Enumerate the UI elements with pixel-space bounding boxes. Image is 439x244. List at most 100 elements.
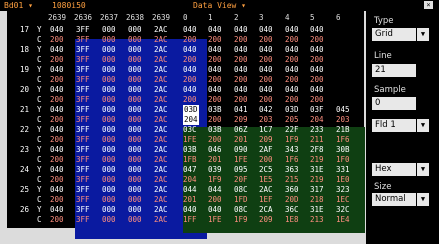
- chroma-value[interactable]: 1FF: [183, 215, 197, 225]
- chroma-value[interactable]: 000: [128, 135, 142, 145]
- luma-value[interactable]: 323: [336, 185, 350, 195]
- chroma-value[interactable]: 200: [50, 95, 64, 105]
- type-select[interactable]: Grid: [372, 28, 416, 41]
- luma-value[interactable]: 040: [259, 45, 273, 55]
- luma-value[interactable]: 2CA: [259, 205, 273, 215]
- luma-value[interactable]: 36C: [285, 205, 299, 215]
- chroma-value[interactable]: 1FE: [234, 155, 248, 165]
- chroma-value[interactable]: 2AC: [154, 75, 168, 85]
- luma-value[interactable]: 040: [50, 125, 64, 135]
- luma-value[interactable]: 3FF: [76, 65, 90, 75]
- chroma-value[interactable]: 1F0: [336, 155, 350, 165]
- luma-value[interactable]: 000: [128, 25, 142, 35]
- chroma-value[interactable]: 3FF: [76, 115, 90, 125]
- luma-value[interactable]: 040: [183, 25, 197, 35]
- chroma-value[interactable]: 1FE: [183, 135, 197, 145]
- chroma-value[interactable]: 000: [128, 195, 142, 205]
- chroma-value[interactable]: 200: [50, 215, 64, 225]
- chroma-value[interactable]: 3FF: [76, 175, 90, 185]
- luma-value[interactable]: 000: [128, 65, 142, 75]
- chroma-value[interactable]: 000: [128, 95, 142, 105]
- luma-value[interactable]: 31E: [310, 205, 324, 215]
- chroma-value[interactable]: 1EC: [336, 195, 350, 205]
- chroma-value[interactable]: 200: [285, 55, 299, 65]
- luma-value[interactable]: 2AC: [154, 85, 168, 95]
- chroma-value[interactable]: 200: [259, 95, 273, 105]
- chroma-value[interactable]: 200: [285, 35, 299, 45]
- chroma-value[interactable]: 2AC: [154, 215, 168, 225]
- chroma-value[interactable]: 200: [259, 35, 273, 45]
- luma-value[interactable]: 040: [183, 65, 197, 75]
- luma-value[interactable]: 040: [50, 25, 64, 35]
- chroma-value[interactable]: 20F: [234, 175, 248, 185]
- chroma-value[interactable]: 1F9: [234, 215, 248, 225]
- chroma-value[interactable]: 000: [102, 135, 116, 145]
- chroma-value[interactable]: 201: [234, 135, 248, 145]
- luma-value[interactable]: 3FF: [76, 25, 90, 35]
- chroma-value[interactable]: 209: [259, 215, 273, 225]
- line-input[interactable]: 21: [372, 64, 416, 77]
- luma-value[interactable]: 317: [310, 185, 324, 195]
- chroma-value[interactable]: 200: [310, 55, 324, 65]
- luma-value[interactable]: 2F8: [310, 145, 324, 155]
- data-grid[interactable]: 2639 2636 2637 2638 2639 0 1 2 3 4 5 6 17 Y C 040 3FF 000…: [7, 11, 365, 239]
- luma-value[interactable]: 044: [208, 185, 222, 195]
- luma-value[interactable]: 3FF: [76, 205, 90, 215]
- luma-value[interactable]: 2AC: [154, 205, 168, 215]
- luma-value[interactable]: 040: [208, 25, 222, 35]
- chroma-value[interactable]: 200: [310, 95, 324, 105]
- luma-value[interactable]: 039: [208, 165, 222, 175]
- luma-value[interactable]: 000: [102, 65, 116, 75]
- chroma-value[interactable]: 000: [102, 35, 116, 45]
- chroma-value[interactable]: 2AC: [154, 195, 168, 205]
- chroma-value[interactable]: 200: [259, 55, 273, 65]
- luma-value[interactable]: 03B: [208, 105, 222, 115]
- selected-sample-chroma[interactable]: 204: [183, 115, 199, 125]
- chroma-value[interactable]: 200: [259, 75, 273, 85]
- chroma-value[interactable]: 204: [183, 175, 197, 185]
- chroma-value[interactable]: 215: [285, 175, 299, 185]
- chroma-value[interactable]: 2AC: [154, 95, 168, 105]
- size-dropdown-icon[interactable]: ▼: [417, 193, 429, 206]
- luma-value[interactable]: 040: [259, 65, 273, 75]
- luma-value[interactable]: 090: [234, 145, 248, 155]
- luma-value[interactable]: 2AC: [154, 25, 168, 35]
- luma-value[interactable]: 046: [208, 145, 222, 155]
- luma-value[interactable]: 08C: [234, 185, 248, 195]
- luma-value[interactable]: 2AC: [259, 185, 273, 195]
- luma-value[interactable]: 000: [128, 85, 142, 95]
- chroma-value[interactable]: 201: [208, 155, 222, 165]
- luma-value[interactable]: 30B: [336, 145, 350, 155]
- chroma-value[interactable]: 000: [128, 115, 142, 125]
- luma-value[interactable]: 040: [208, 65, 222, 75]
- luma-value[interactable]: 040: [285, 85, 299, 95]
- luma-value[interactable]: 040: [234, 25, 248, 35]
- luma-value[interactable]: 2AF: [259, 145, 273, 155]
- luma-value[interactable]: 1C7: [259, 125, 273, 135]
- luma-value[interactable]: 2AC: [154, 165, 168, 175]
- luma-value[interactable]: 040: [234, 45, 248, 55]
- luma-value[interactable]: 3FF: [76, 185, 90, 195]
- display-format-dropdown-icon[interactable]: ▼: [417, 163, 429, 176]
- luma-value[interactable]: 000: [102, 85, 116, 95]
- luma-value[interactable]: 040: [208, 205, 222, 215]
- size-select[interactable]: Normal: [372, 193, 416, 206]
- luma-value[interactable]: 040: [50, 85, 64, 95]
- luma-value[interactable]: 2AC: [154, 45, 168, 55]
- luma-value[interactable]: 3FF: [76, 45, 90, 55]
- chroma-value[interactable]: 3FF: [76, 155, 90, 165]
- chroma-value[interactable]: 000: [102, 175, 116, 185]
- chroma-value[interactable]: 20D: [285, 195, 299, 205]
- chroma-value[interactable]: 219: [310, 155, 324, 165]
- chroma-value[interactable]: 200: [183, 75, 197, 85]
- chroma-value[interactable]: 2AC: [154, 115, 168, 125]
- chroma-value[interactable]: 000: [128, 175, 142, 185]
- chroma-value[interactable]: 3FF: [76, 35, 90, 45]
- chroma-value[interactable]: 2AC: [154, 175, 168, 185]
- chroma-value[interactable]: 200: [50, 195, 64, 205]
- luma-value[interactable]: 000: [102, 125, 116, 135]
- luma-value[interactable]: 040: [310, 65, 324, 75]
- chroma-value[interactable]: 3FF: [76, 95, 90, 105]
- luma-value[interactable]: 03B: [183, 145, 197, 155]
- chroma-value[interactable]: 203: [336, 115, 350, 125]
